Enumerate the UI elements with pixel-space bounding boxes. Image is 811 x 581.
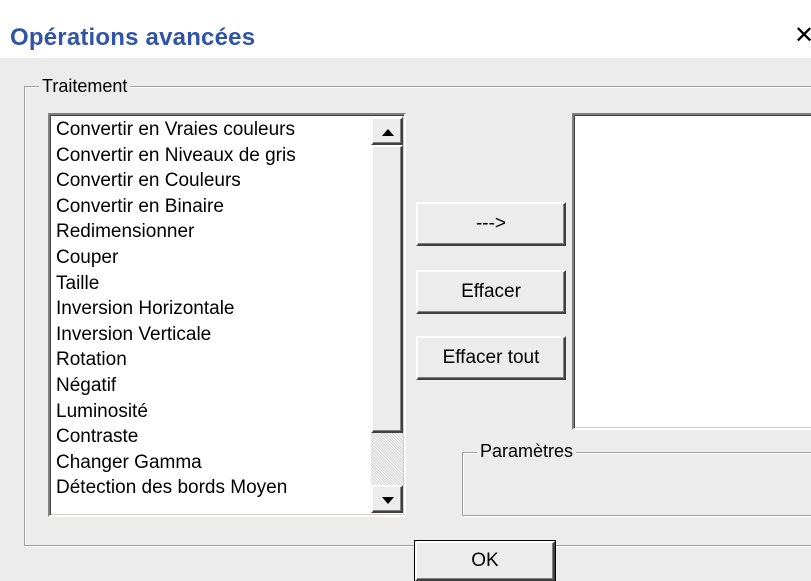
selected-operations-list[interactable] — [572, 113, 811, 430]
triangle-down-icon — [382, 497, 394, 504]
traitement-label: Traitement — [39, 76, 131, 96]
list-item[interactable]: Convertir en Vraies couleurs — [56, 117, 376, 143]
parametres-label: Paramètres — [477, 441, 577, 461]
advanced-operations-dialog: Opérations avancées ✕ Traitement Convert… — [0, 0, 811, 581]
window-title: Opérations avancées — [10, 24, 256, 51]
list-item[interactable]: Taille — [56, 271, 376, 297]
list-item[interactable]: Détection des bords Moyen — [56, 475, 376, 501]
list-item[interactable]: Contraste — [56, 424, 376, 450]
treatment-listbox[interactable]: Convertir en Vraies couleurs Convertir en… — [48, 113, 406, 517]
scroll-thumb[interactable] — [371, 145, 403, 433]
list-item[interactable]: Luminosité — [56, 399, 376, 425]
treatment-list: Convertir en Vraies couleurs Convertir en… — [56, 117, 376, 501]
list-item[interactable]: Couper — [56, 245, 376, 271]
list-item[interactable]: Négatif — [56, 373, 376, 399]
list-item[interactable]: Inversion Verticale — [56, 322, 376, 348]
list-item[interactable]: Rotation — [56, 347, 376, 373]
parametres-groupbox — [462, 452, 811, 516]
ok-button[interactable]: OK — [414, 540, 556, 581]
scroll-down-button[interactable] — [371, 485, 403, 513]
scroll-up-button[interactable] — [371, 117, 403, 145]
list-item[interactable]: Changer Gamma — [56, 450, 376, 476]
triangle-up-icon — [382, 129, 394, 136]
close-icon[interactable]: ✕ — [794, 24, 811, 48]
list-item[interactable]: Convertir en Binaire — [56, 194, 376, 220]
list-scrollbar[interactable] — [371, 117, 403, 513]
list-item[interactable]: Convertir en Couleurs — [56, 168, 376, 194]
list-item[interactable]: Convertir en Niveaux de gris — [56, 143, 376, 169]
clear-all-button[interactable]: Effacer tout — [416, 336, 566, 380]
add-button[interactable]: ---> — [416, 202, 566, 246]
clear-button[interactable]: Effacer — [416, 270, 566, 314]
list-item[interactable]: Inversion Horizontale — [56, 296, 376, 322]
list-item[interactable]: Redimensionner — [56, 219, 376, 245]
